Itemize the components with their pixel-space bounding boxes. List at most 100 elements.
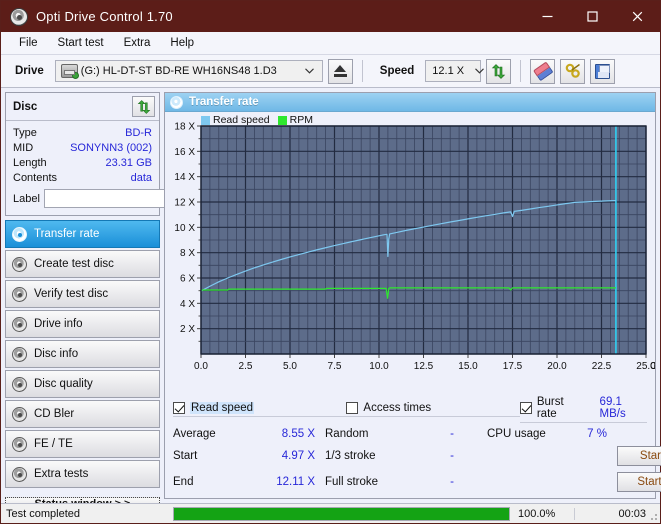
disc-row-length-value: 23.31 GB <box>106 157 152 169</box>
main-panel: Transfer rate Read speed RPM 2 X4 X6 X8 … <box>164 92 656 499</box>
stat-value-end: 12.11 X <box>265 476 325 488</box>
start-part-cell: Start part <box>617 472 661 492</box>
legend-item-rpm: RPM <box>278 114 313 126</box>
burst-rate-checkbox[interactable] <box>520 402 532 414</box>
sidebar-item-extra-tests[interactable]: Extra tests <box>5 460 160 488</box>
svg-text:12.5: 12.5 <box>414 361 434 372</box>
refresh-drive-button[interactable] <box>486 59 511 84</box>
menu-item-file[interactable]: File <box>9 34 48 52</box>
minimize-button[interactable] <box>525 1 570 32</box>
sidebar-item-label: FE / TE <box>34 438 73 450</box>
option-label-burst-rate: Burst rate <box>537 396 583 420</box>
disc-row-contents: Contents data <box>13 170 152 185</box>
disc-panel: Disc Type BD-R MID SONY <box>5 92 160 216</box>
stat-key-full-stroke: Full stroke <box>325 476 417 488</box>
save-icon <box>595 64 610 79</box>
status-bar: Test completed 100.0% 00:03 <box>1 503 660 523</box>
start-part-button[interactable]: Start part <box>617 472 661 492</box>
svg-text:2.5: 2.5 <box>239 361 253 372</box>
disc-row-length: Length 23.31 GB <box>13 155 152 170</box>
sidebar-item-drive-info[interactable]: Drive info <box>5 310 160 338</box>
sidebar-item-label: Verify test disc <box>34 288 108 300</box>
speed-select-value: 12.1 X <box>429 65 470 77</box>
disc-row-type-key: Type <box>13 127 37 139</box>
tools-icon <box>565 63 581 79</box>
svg-text:20.0: 20.0 <box>547 361 567 372</box>
sidebar-item-label: CD Bler <box>34 408 74 420</box>
menu-item-start-test[interactable]: Start test <box>48 34 114 52</box>
disc-panel-header: Disc <box>6 93 159 121</box>
chart-legend: Read speed RPM <box>201 114 313 126</box>
menu-item-extra[interactable]: Extra <box>114 34 161 52</box>
legend-swatch-rpm <box>278 116 287 125</box>
sidebar-item-label: Transfer rate <box>34 228 99 240</box>
start-full-button[interactable]: Start full <box>617 446 661 466</box>
sidebar-item-label: Drive info <box>34 318 83 330</box>
stat-value-random: - <box>417 428 487 440</box>
speed-select[interactable]: 12.1 X <box>425 60 481 82</box>
eject-icon <box>334 65 347 77</box>
svg-text:GB: GB <box>650 361 655 372</box>
option-label-access-times: Access times <box>363 402 431 414</box>
sidebar-item-label: Disc info <box>34 348 78 360</box>
refresh-icon <box>137 100 151 114</box>
svg-text:16 X: 16 X <box>174 147 195 158</box>
speed-label: Speed <box>380 65 415 77</box>
stat-value-average: 8.55 X <box>265 428 325 440</box>
progress-percent: 100.0% <box>516 508 574 520</box>
disc-icon <box>12 227 27 242</box>
sidebar-spacer <box>5 488 160 494</box>
sidebar-item-cd-bler[interactable]: CD Bler <box>5 400 160 428</box>
eraser-icon <box>533 61 553 80</box>
disc-icon <box>170 96 183 109</box>
legend-swatch-read-speed <box>201 116 210 125</box>
disc-row-type: Type BD-R <box>13 125 152 140</box>
erase-button[interactable] <box>530 59 555 84</box>
disc-row-contents-key: Contents <box>13 172 57 184</box>
status-message: Test completed <box>1 508 173 520</box>
tools-button[interactable] <box>560 59 585 84</box>
save-button[interactable] <box>590 59 615 84</box>
disc-icon <box>12 257 27 272</box>
svg-text:18 X: 18 X <box>174 122 195 133</box>
access-times-checkbox[interactable] <box>346 402 358 414</box>
maximize-button[interactable] <box>570 1 615 32</box>
drive-select[interactable]: (G:) HL-DT-ST BD-RE WH16NS48 1.D3 <box>55 60 323 82</box>
title-bar: Opti Drive Control 1.70 <box>1 1 660 32</box>
drive-icon <box>61 64 78 78</box>
option-access-times[interactable]: Access times <box>346 402 519 417</box>
chart-options-row: Read speed Access times Burst rate 69.1 … <box>165 392 655 425</box>
menu-item-help[interactable]: Help <box>160 34 204 52</box>
svg-text:5.0: 5.0 <box>283 361 297 372</box>
stats-grid: Average 8.55 X Random - CPU usage 7 % St… <box>165 425 655 498</box>
sidebar-item-disc-info[interactable]: Disc info <box>5 340 160 368</box>
close-button[interactable] <box>615 1 660 32</box>
sidebar-item-transfer-rate[interactable]: Transfer rate <box>5 220 160 248</box>
stat-key-average: Average <box>173 428 265 440</box>
sidebar-item-fe-te[interactable]: FE / TE <box>5 430 160 458</box>
sidebar-item-disc-quality[interactable]: Disc quality <box>5 370 160 398</box>
stat-value-start: 4.97 X <box>265 450 325 462</box>
sidebar-item-verify-test-disc[interactable]: Verify test disc <box>5 280 160 308</box>
resize-grip-icon[interactable] <box>647 510 658 521</box>
legend-label-read-speed: Read speed <box>213 114 270 126</box>
disc-info-rows: Type BD-R MID SONYNN3 (002) Length 23.31… <box>6 121 159 215</box>
option-burst-rate[interactable]: Burst rate 69.1 MB/s <box>520 396 647 423</box>
svg-text:0.0: 0.0 <box>194 361 208 372</box>
disc-icon <box>12 437 27 452</box>
eject-button[interactable] <box>328 59 353 84</box>
drive-label: Drive <box>15 65 44 77</box>
read-speed-checkbox[interactable] <box>173 402 185 414</box>
disc-row-type-value: BD-R <box>125 127 152 139</box>
svg-text:2 X: 2 X <box>180 324 195 335</box>
stat-value-third-stroke: - <box>417 450 487 462</box>
toolbar-separator <box>362 60 363 82</box>
toolbar-separator <box>520 60 521 82</box>
sidebar-item-create-test-disc[interactable]: Create test disc <box>5 250 160 278</box>
app-disc-icon <box>10 8 28 26</box>
svg-text:15.0: 15.0 <box>458 361 478 372</box>
svg-text:7.5: 7.5 <box>328 361 342 372</box>
disc-refresh-button[interactable] <box>132 96 155 117</box>
legend-label-rpm: RPM <box>290 114 313 126</box>
option-read-speed[interactable]: Read speed <box>173 402 346 417</box>
